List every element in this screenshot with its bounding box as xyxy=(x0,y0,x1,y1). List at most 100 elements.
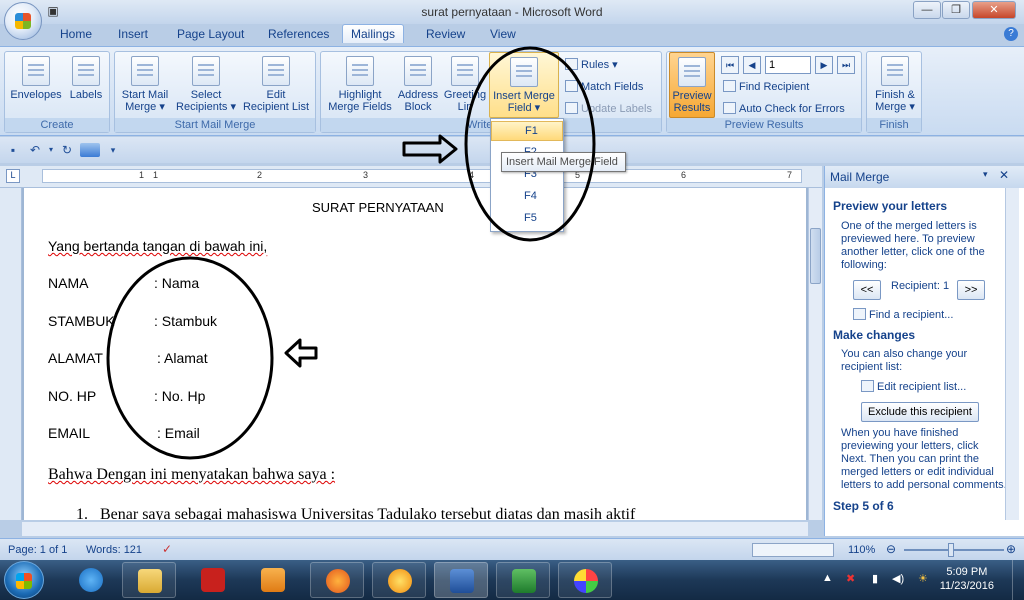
picture-icon[interactable] xyxy=(80,143,100,157)
word-count[interactable]: Words: 121 xyxy=(86,544,142,556)
file-explorer-icon xyxy=(138,569,162,593)
changes-text-line: You can also change your xyxy=(841,348,968,360)
tab-selector[interactable]: L xyxy=(6,169,20,183)
highlight-merge-fields-button[interactable]: Highlight Merge Fields xyxy=(325,56,395,113)
office-button[interactable] xyxy=(4,2,42,40)
exclude-recipient-button[interactable]: Exclude this recipient xyxy=(861,402,979,422)
taskbar-app[interactable] xyxy=(122,562,176,598)
network-icon[interactable]: ✖ xyxy=(846,572,855,585)
next-record-button[interactable]: ▶ xyxy=(815,56,833,74)
page-count[interactable]: Page: 1 of 1 xyxy=(8,544,67,556)
recipients-icon xyxy=(192,56,220,86)
envelopes-button[interactable]: Envelopes xyxy=(9,56,63,101)
ruler-mark: 4 xyxy=(469,170,475,180)
changes-heading: Make changes xyxy=(833,328,916,342)
taskbar-app[interactable] xyxy=(64,562,118,598)
changes-text-line: recipient list: xyxy=(841,361,903,373)
finish-merge-button[interactable]: Finish & Merge ▾ xyxy=(869,56,921,113)
battery-icon[interactable]: ▮ xyxy=(872,572,878,585)
tab-mailings[interactable]: Mailings xyxy=(342,24,405,43)
undo-icon[interactable]: ↶ xyxy=(28,143,42,157)
insert-merge-field-button[interactable]: Insert Merge Field ▾ xyxy=(489,52,559,118)
minimize-button[interactable]: — xyxy=(913,1,941,19)
update-labels-button[interactable]: Update Labels xyxy=(565,102,652,115)
show-hidden-icons[interactable]: ▲ xyxy=(822,572,833,584)
help-icon[interactable]: ? xyxy=(1004,27,1018,41)
zoom-in-icon[interactable]: ⊕ xyxy=(1006,542,1016,556)
taskbar-app[interactable] xyxy=(186,562,240,598)
first-record-button[interactable]: ⏮ xyxy=(721,56,739,74)
greeting-line-button[interactable]: Greeting Lin xyxy=(441,56,489,113)
rules-button[interactable]: Rules ▾ xyxy=(565,58,618,71)
close-button[interactable]: ✕ xyxy=(972,1,1016,19)
proofing-icon[interactable]: ✓ xyxy=(162,542,172,556)
record-number-input[interactable]: 1 xyxy=(765,56,811,74)
customize-toolbar-icon[interactable]: ▾ xyxy=(106,143,120,157)
show-desktop-button[interactable] xyxy=(1012,560,1024,600)
volume-icon[interactable]: ◀) xyxy=(892,572,904,585)
select-recipients-button[interactable]: Select Recipients ▾ xyxy=(173,56,239,113)
start-mail-merge-button[interactable]: Start Mail Merge ▾ xyxy=(117,56,173,113)
find-recipient-button[interactable]: Find Recipient xyxy=(723,80,809,93)
close-pane-icon[interactable]: ✕ xyxy=(999,168,1009,182)
tab-page-layout[interactable]: Page Layout xyxy=(177,27,244,41)
field-label: NAMA xyxy=(48,275,89,291)
next-recipient-button[interactable]: >> xyxy=(957,280,985,300)
zoom-slider-thumb[interactable] xyxy=(948,543,954,557)
tab-references[interactable]: References xyxy=(268,27,329,41)
preview-text-line: another letter, click one of the xyxy=(841,246,985,258)
labels-label: Labels xyxy=(69,89,103,101)
labels-button[interactable]: Labels xyxy=(65,56,107,101)
undo-dropdown-icon[interactable]: ▾ xyxy=(44,143,58,157)
document-page[interactable]: SURAT PERNYATAAN Yang bertanda tangan di… xyxy=(24,188,806,520)
save-icon[interactable]: ▪ xyxy=(6,143,20,157)
taskbar-app[interactable] xyxy=(434,562,488,598)
firefox-icon xyxy=(326,569,350,593)
previous-recipient-button[interactable]: << xyxy=(853,280,881,300)
last-record-button[interactable]: ⏭ xyxy=(837,56,855,74)
zoom-out-icon[interactable]: ⊖ xyxy=(886,542,896,556)
tab-view[interactable]: View xyxy=(490,27,516,41)
pane-menu-icon[interactable]: ▾ xyxy=(983,169,988,180)
restore-button[interactable]: ❐ xyxy=(942,1,970,19)
task-pane-scrollbar[interactable] xyxy=(1005,188,1019,520)
edit-recipient-link-label: Edit recipient list... xyxy=(877,381,967,393)
zoom-level[interactable]: 110% xyxy=(848,544,875,556)
redo-icon[interactable]: ↻ xyxy=(60,143,74,157)
taskbar-app[interactable] xyxy=(310,562,364,598)
zoom-slider[interactable] xyxy=(904,549,1004,551)
game-app-icon xyxy=(388,569,412,593)
tab-insert[interactable]: Insert xyxy=(118,27,148,41)
edit-recipient-list-link[interactable]: Edit recipient list... xyxy=(861,380,966,394)
start-button[interactable] xyxy=(4,561,44,599)
preview-line1: Preview xyxy=(672,90,712,102)
tab-review[interactable]: Review xyxy=(426,27,465,41)
taskbar-app[interactable] xyxy=(246,562,300,598)
address-block-button[interactable]: Address Block xyxy=(395,56,441,113)
find-recipient-link[interactable]: Find a recipient... xyxy=(853,308,953,322)
scroll-thumb[interactable] xyxy=(810,228,821,284)
envelopes-label: Envelopes xyxy=(10,89,62,101)
select-recipients-line2: Recipients xyxy=(176,101,228,113)
view-buttons[interactable] xyxy=(752,543,834,557)
merge-field-item-f5[interactable]: F5 xyxy=(491,209,563,229)
vertical-scrollbar[interactable] xyxy=(808,188,822,520)
taskbar-app[interactable] xyxy=(496,562,550,598)
edit-recipient-list-button[interactable]: Edit Recipient List xyxy=(239,56,313,113)
taskbar-app[interactable] xyxy=(372,562,426,598)
taskbar-app[interactable] xyxy=(558,562,612,598)
insert-merge-line2: Field xyxy=(507,102,532,114)
tab-home[interactable]: Home xyxy=(60,27,92,41)
system-clock[interactable]: 5:09 PM 11/23/2016 xyxy=(940,565,994,593)
group-start-mail-merge: Start Mail Merge ▾ Select Recipients ▾ Edi… xyxy=(114,51,316,133)
preview-results-button[interactable]: Preview Results xyxy=(669,52,715,118)
match-fields-button[interactable]: Match Fields xyxy=(565,80,643,93)
previous-record-button[interactable]: ◀ xyxy=(743,56,761,74)
merge-field-item-f4[interactable]: F4 xyxy=(491,187,563,207)
auto-check-errors-button[interactable]: Auto Check for Errors xyxy=(723,102,845,115)
merge-field-item-f1[interactable]: F1 xyxy=(491,121,563,141)
finish-line2: Merge xyxy=(875,101,907,113)
save-icon[interactable]: ▣ xyxy=(46,4,60,18)
horizontal-scrollbar[interactable] xyxy=(22,522,808,536)
notification-icon[interactable]: ☀ xyxy=(918,572,928,585)
